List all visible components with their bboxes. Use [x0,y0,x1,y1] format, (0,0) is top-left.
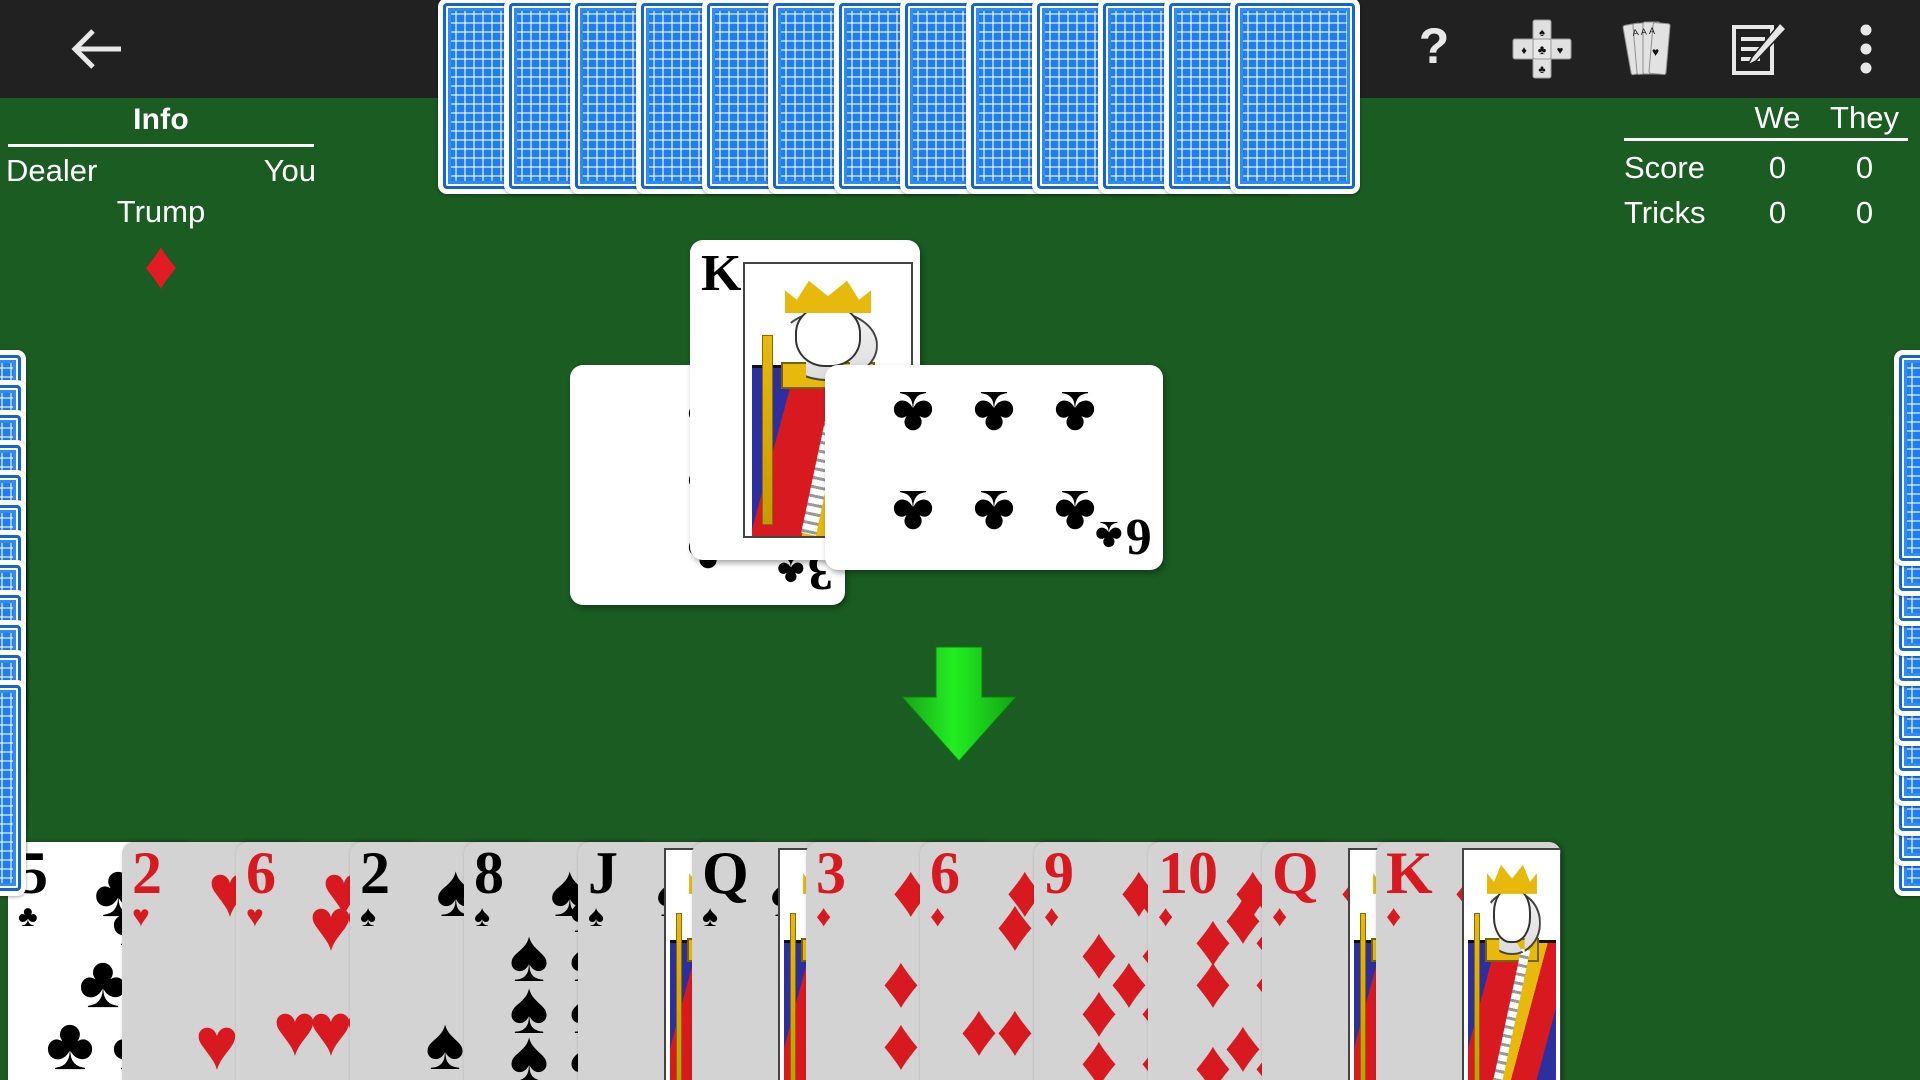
score-panel: We They Score 0 0 Tricks 0 0 [1624,100,1908,235]
cards-cross-button[interactable]: ♣ ♠ ♦ ♥ ♣ [1488,0,1596,98]
svg-text:A: A [1640,27,1647,37]
svg-text:♥: ♥ [1652,45,1659,59]
card-pip: ♣ [45,1001,95,1080]
card-corner-index: J ♠ [588,842,618,933]
svg-text:♣: ♣ [1538,42,1547,57]
tricks-we-value: 0 [1768,195,1787,230]
card-pip: ♦ [996,988,1034,1072]
card-corner-index: 2 ♥ [132,842,162,933]
score-row-tricks: Tricks 0 0 [1624,190,1908,235]
card-pip: ♦ [1080,1019,1118,1080]
toolbar-actions: ? ♣ ♠ ♦ ♥ ♣ A A A ♥ [1272,0,1920,98]
dealer-label: Dealer [6,153,98,188]
score-column-they: They [1830,100,1899,135]
card-cross-icon: ♣ ♠ ♦ ♥ ♣ [1512,19,1572,79]
notepad-pencil-icon [1732,21,1788,75]
help-button[interactable]: ? [1380,0,1488,98]
card-pip: ♣ [973,378,1015,451]
card-corner-index: Q ♦ [1272,842,1319,933]
trick-card: 6 ♣ ♣ ♣ ♣ ♣ ♣ ♣ [825,365,1163,570]
three-dots-vertical-icon [1860,24,1872,74]
dealer-value: You [263,153,316,188]
card-corner-index: 6 ♦ [930,842,960,933]
score-they-value: 0 [1855,150,1874,185]
info-panel: Info Dealer You Trump ♦ [0,98,322,303]
svg-text:♣: ♣ [1538,64,1545,76]
card-corner-index: Q ♠ [702,842,749,933]
svg-text:♦: ♦ [1521,45,1527,57]
game-table: ? ♣ ♠ ♦ ♥ ♣ A A A ♥ Info Dealer You Trum… [0,0,1920,1080]
court-figure-art [1462,848,1561,1080]
trump-suit-icon: ♦ [143,227,179,303]
fanned-cards-icon: A A A ♥ [1622,21,1671,76]
card-pip: ♦ [960,988,998,1072]
player-hand: 5♣♣♣♣♣♣2♥♥♥6♥♥♥♥♥♥♥2♠♠♠8♠♠♠♠♠♠♠♠♠J♠♠Q♠♠3… [0,842,1920,1080]
trick-area: 3♣♣♣♣K♣6♣♣♣♣♣♣♣ [570,240,1280,640]
card-pip: ♦ [1194,1023,1232,1080]
tricks-row-label: Tricks [1624,195,1706,230]
card-corner-index: 6 ♣ [1095,508,1152,565]
dealer-row: Dealer You [0,147,322,191]
card-pip: ♣ [891,476,934,549]
score-column-we: We [1754,100,1801,135]
card-corner-index: K ♦ [1386,842,1433,933]
tricks-they-value: 0 [1855,195,1874,230]
turn-indicator-arrow-icon [898,645,1020,765]
player-hand-card[interactable]: K♦♦ [1376,842,1561,1080]
card-pip: ♣ [1054,476,1097,549]
card-corner-index: 6 ♥ [246,842,276,933]
svg-text:♠: ♠ [1539,27,1545,39]
svg-text:♥: ♥ [1557,45,1564,57]
overflow-menu-button[interactable] [1812,0,1920,98]
card-back [0,680,26,896]
score-header: We They [1624,100,1908,136]
score-divider [1624,138,1908,141]
partner-hand [438,0,1483,196]
svg-text:A: A [1649,26,1655,36]
info-panel-title: Info [133,103,189,136]
card-pip: ♠ [425,1001,465,1080]
card-corner-index: 2 ♠ [360,842,390,933]
left-opponent-hand [0,350,88,896]
question-mark-icon: ? [1419,21,1450,74]
card-pip: ♣ [891,378,934,451]
card-pip: ♣ [973,476,1015,549]
card-pip: ♦ [996,882,1034,966]
score-row-label: Score [1624,150,1705,185]
card-pip: ♥ [195,1001,239,1080]
card-corner-index: 5 ♣ [18,842,48,933]
score-row-score: Score 0 0 [1624,145,1908,190]
score-header-spacer [1624,100,1734,136]
score-we-value: 0 [1768,150,1787,185]
card-back [1230,0,1360,194]
card-back [1894,350,1920,566]
card-pip: ♠ [509,1014,549,1080]
svg-text:?: ? [1419,21,1450,74]
card-corner-index: 3 ♦ [816,842,846,933]
hand-fan-button[interactable]: A A A ♥ [1596,0,1704,98]
back-button[interactable] [44,0,152,98]
card-pip: ♣ [1054,378,1097,451]
scorepad-button[interactable] [1704,0,1812,98]
card-pip: ♦ [882,1001,920,1080]
right-opponent-hand [1832,350,1920,896]
